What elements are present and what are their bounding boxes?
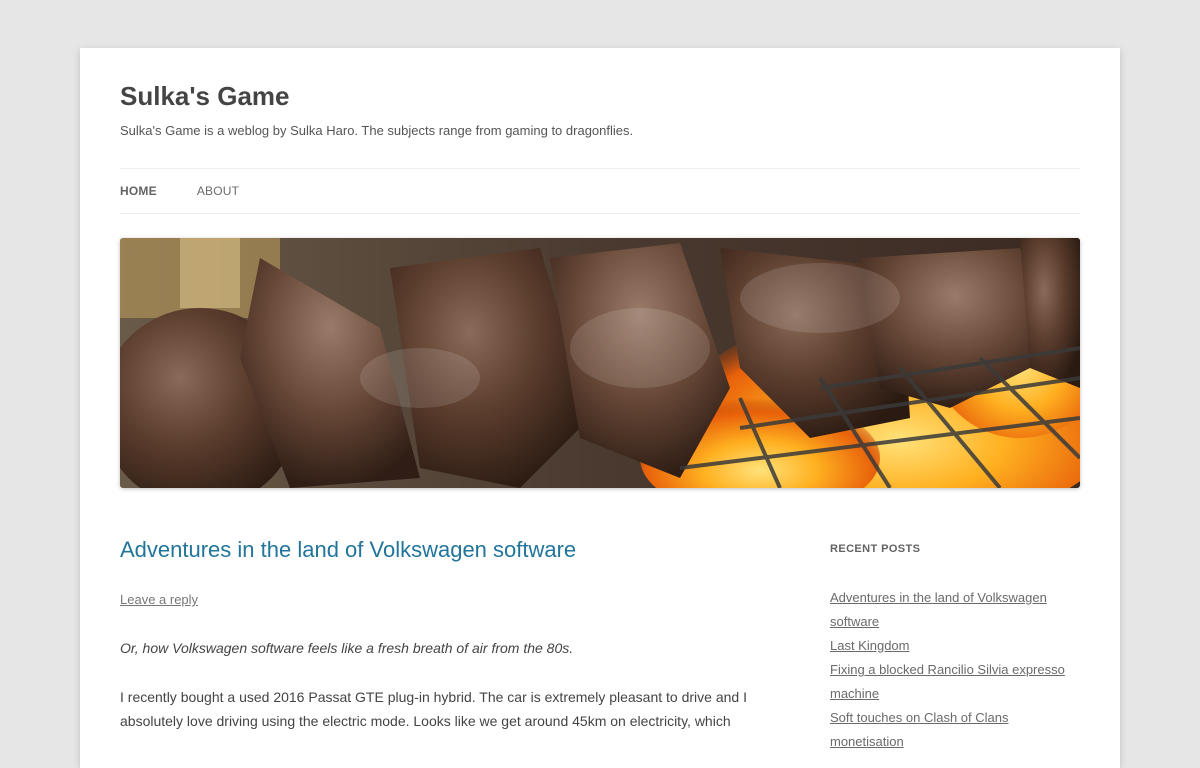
header-image: [120, 238, 1080, 488]
list-item: Last Kingdom: [830, 634, 1080, 658]
nav-item-about[interactable]: ABOUT: [197, 184, 239, 198]
recent-post-link[interactable]: Adventures in the land of Volkswagen sof…: [830, 590, 1047, 629]
leave-reply-link[interactable]: Leave a reply: [120, 592, 198, 607]
recent-posts-list: Adventures in the land of Volkswagen sof…: [830, 586, 1080, 754]
recent-post-link[interactable]: Last Kingdom: [830, 638, 910, 653]
page-container: Sulka's Game Sulka's Game is a weblog by…: [80, 48, 1120, 768]
recent-post-link[interactable]: Soft touches on Clash of Clans monetisat…: [830, 710, 1009, 749]
recent-post-link[interactable]: Fixing a blocked Rancilio Silvia express…: [830, 662, 1065, 701]
site-title[interactable]: Sulka's Game: [120, 80, 290, 112]
list-item: Fixing a blocked Rancilio Silvia express…: [830, 658, 1080, 706]
post-title[interactable]: Adventures in the land of Volkswagen sof…: [120, 536, 576, 564]
post-excerpt: Or, how Volkswagen software feels like a…: [120, 640, 574, 656]
post-body: I recently bought a used 2016 Passat GTE…: [120, 689, 747, 729]
recent-posts-heading: RECENT POSTS: [830, 543, 921, 555]
site-description: Sulka's Game is a weblog by Sulka Haro. …: [120, 123, 634, 138]
main-navigation: HOME ABOUT: [120, 168, 1080, 214]
nav-item-home[interactable]: HOME: [120, 184, 157, 198]
list-item: Adventures in the land of Volkswagen sof…: [830, 586, 1080, 634]
list-item: Soft touches on Clash of Clans monetisat…: [830, 706, 1080, 754]
